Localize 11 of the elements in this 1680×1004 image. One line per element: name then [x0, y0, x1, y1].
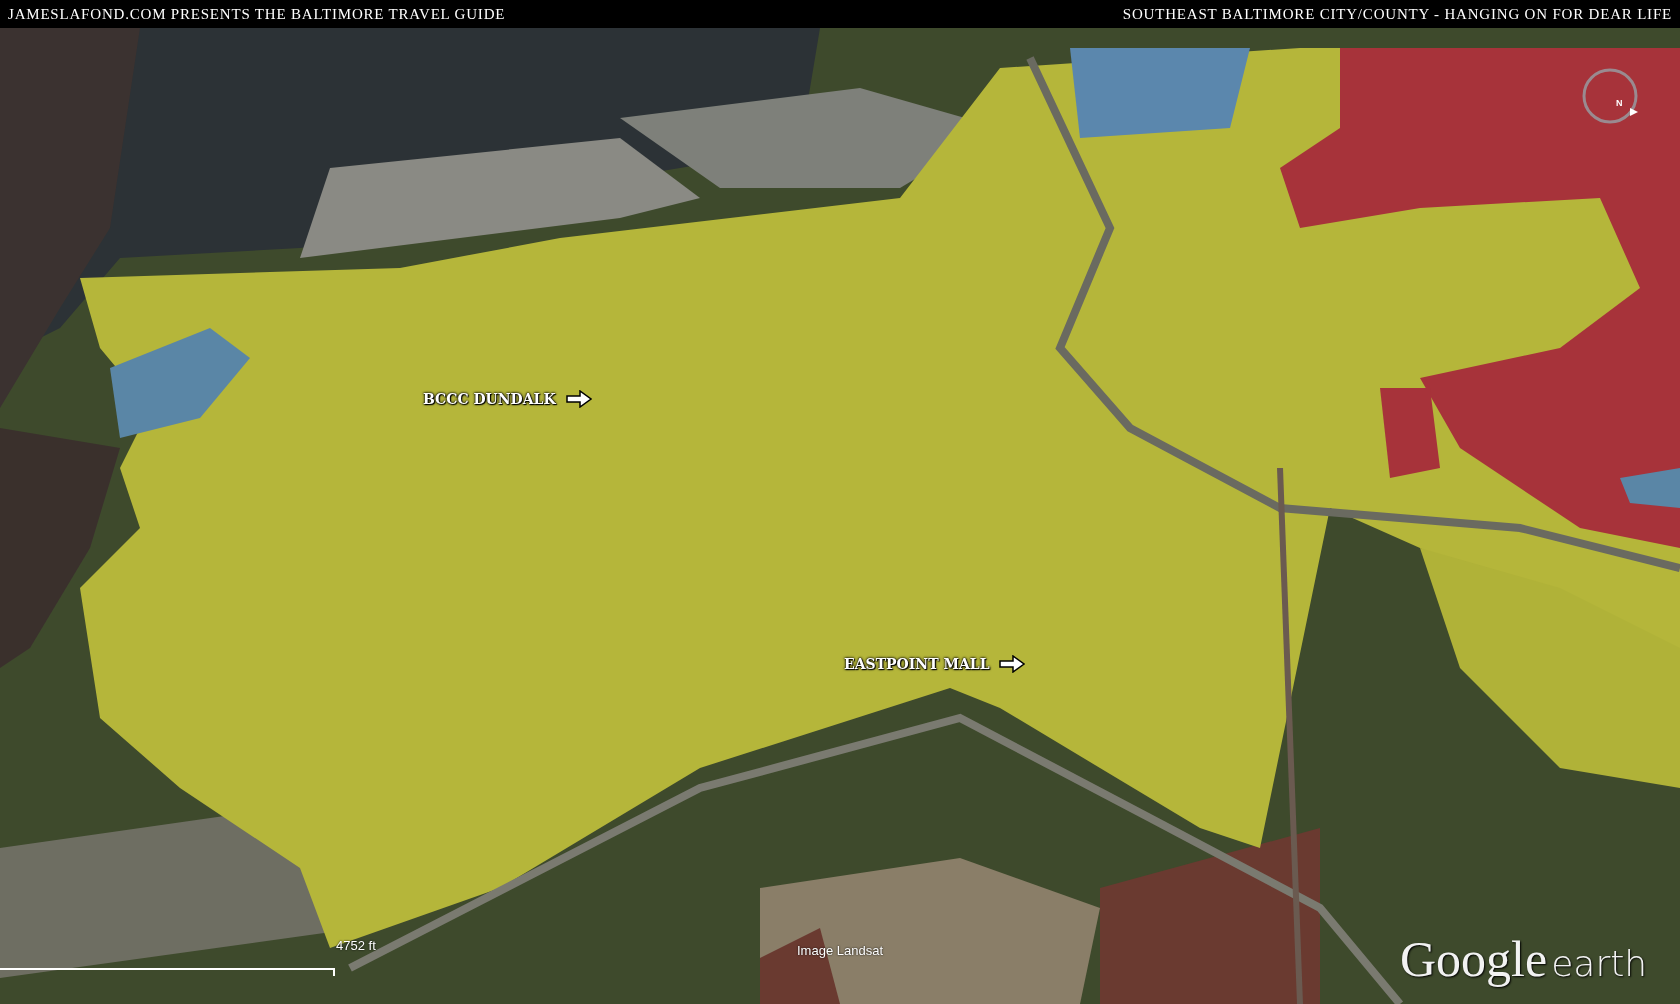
logo-earth-text: earth	[1551, 943, 1648, 984]
arrow-right-icon	[999, 655, 1026, 673]
place-label: EASTPOINT MALL	[844, 656, 990, 672]
imagery-credit: Image Landsat	[797, 943, 883, 958]
page-title: SOUTHEAST BALTIMORE CITY/COUNTY - HANGING ON FOR DEAR LIFE	[1122, 5, 1672, 23]
logo-google-text: Google	[1400, 930, 1548, 988]
arrow-right-icon	[565, 390, 592, 408]
guide-title: JAMESLAFOND.COM PRESENTS THE BALTIMORE TRAVEL GUIDE	[8, 5, 506, 23]
north-label: N	[1616, 98, 1623, 108]
place-label: BCCC DUNDALK	[423, 391, 556, 407]
scale-label: 4752 ft	[336, 938, 376, 953]
